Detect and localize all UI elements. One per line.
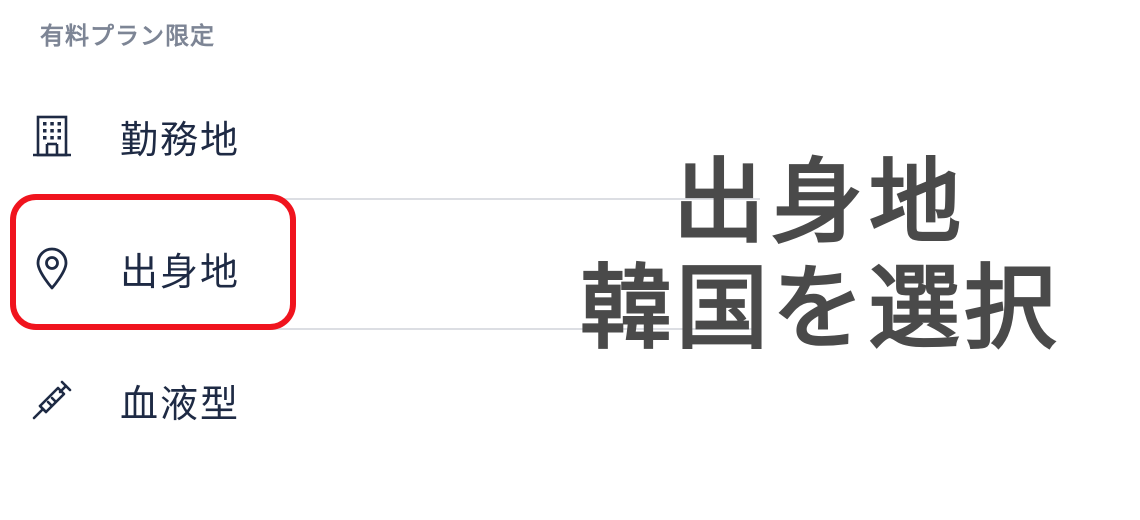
menu-item-label: 勤務地 — [120, 117, 241, 162]
section-label: 有料プラン限定 — [40, 22, 215, 50]
location-pin-icon — [26, 242, 78, 294]
syringe-icon — [26, 374, 78, 426]
menu-item-label: 血液型 — [120, 381, 241, 426]
screen: 有料プラン限定 勤務地 出身地 血液型 出身地 韓国を選択 — [0, 0, 1140, 520]
caption-line-1: 出身地 — [672, 149, 967, 256]
caption-line-2: 韓国を選択 — [579, 254, 1060, 362]
building-icon — [26, 110, 78, 162]
instruction-caption: 出身地 韓国を選択 — [560, 150, 1080, 362]
menu-item-label: 出身地 — [120, 249, 241, 294]
